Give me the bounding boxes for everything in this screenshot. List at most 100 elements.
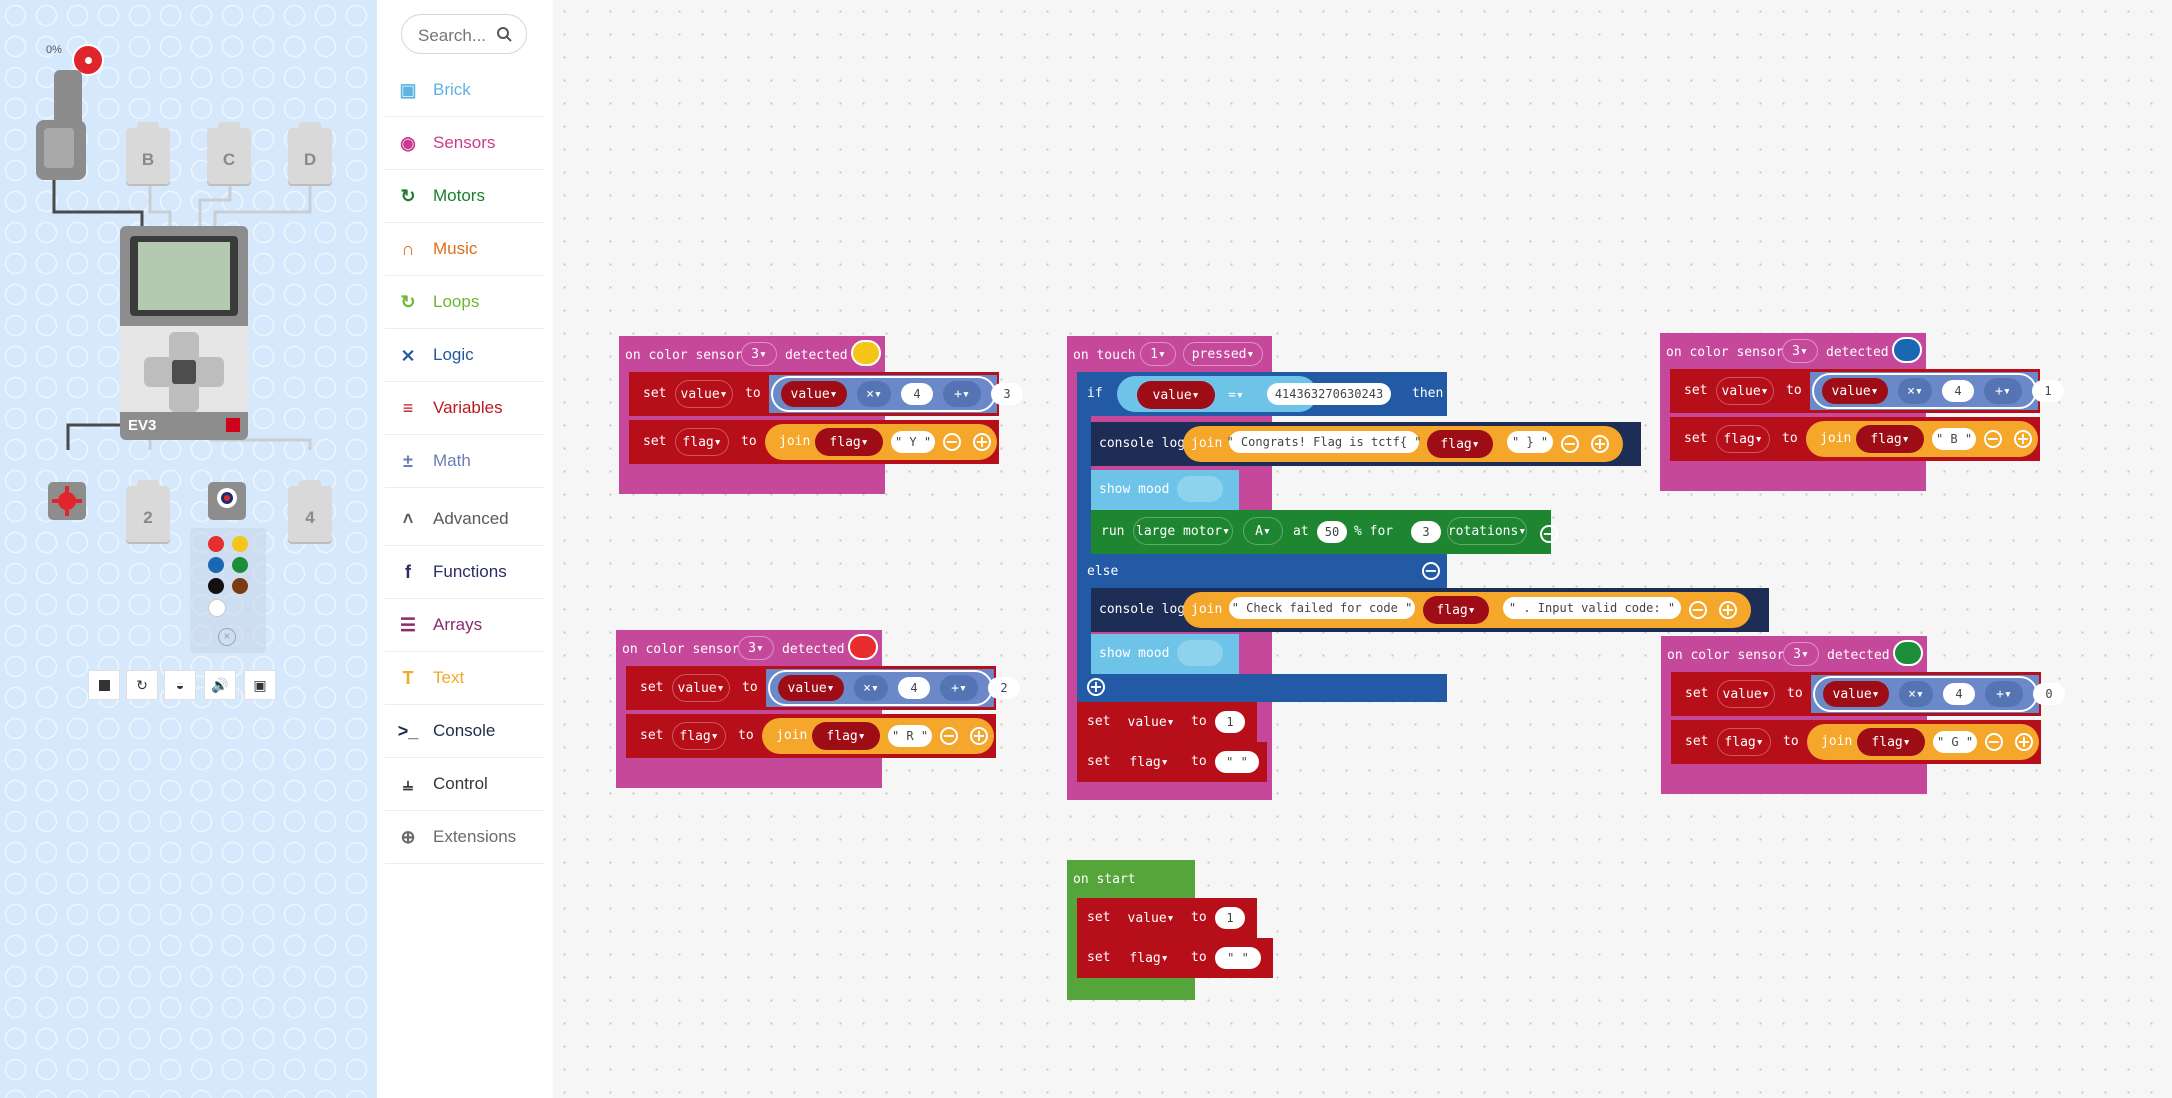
color-swatch-green[interactable]: [232, 557, 248, 573]
number-input[interactable]: 4: [1942, 380, 1974, 402]
string-input[interactable]: " ": [1215, 947, 1261, 969]
flag-reporter[interactable]: flag: [1856, 425, 1924, 453]
value-reporter[interactable]: value: [1822, 378, 1888, 404]
remove-else-button[interactable]: −: [1422, 562, 1440, 580]
search-icon[interactable]: [497, 27, 512, 42]
color-chip[interactable]: [1893, 640, 1923, 666]
string-input[interactable]: " Y ": [891, 431, 935, 453]
category-motors[interactable]: ↻ Motors: [385, 170, 545, 223]
flag-reporter[interactable]: flag: [1423, 596, 1489, 624]
string-input[interactable]: " } ": [1507, 431, 1553, 453]
category-variables[interactable]: ≡ Variables: [385, 382, 545, 435]
close-icon[interactable]: ×: [218, 628, 236, 646]
value-reporter[interactable]: value: [1823, 681, 1889, 707]
variable-dropdown[interactable]: flag: [1716, 425, 1770, 453]
color-sensor[interactable]: [208, 482, 246, 520]
speed-input[interactable]: 50: [1317, 521, 1347, 543]
slowmo-button[interactable]: ◒: [164, 670, 196, 700]
number-input[interactable]: 1: [1215, 711, 1245, 733]
event-dropdown[interactable]: pressed: [1183, 342, 1263, 366]
large-motor[interactable]: [48, 482, 86, 520]
number-input[interactable]: 4: [901, 383, 933, 405]
operator-dropdown[interactable]: ×: [857, 381, 891, 407]
mood-eyes-icon[interactable]: [1177, 640, 1223, 666]
flag-reporter[interactable]: flag: [815, 428, 883, 456]
variable-dropdown[interactable]: value: [1117, 904, 1185, 932]
color-swatch-black[interactable]: [208, 578, 224, 594]
remove-input-button[interactable]: −: [940, 727, 958, 745]
port-b[interactable]: B: [126, 122, 170, 184]
variable-dropdown[interactable]: flag: [1117, 748, 1181, 776]
color-chip[interactable]: [1892, 337, 1922, 363]
variable-dropdown[interactable]: value: [672, 674, 730, 702]
operator-dropdown[interactable]: +: [1985, 681, 2023, 707]
port-d[interactable]: D: [288, 122, 332, 184]
color-swatch-white[interactable]: [208, 599, 226, 617]
category-control[interactable]: ⫨ Control: [385, 758, 545, 811]
restart-button[interactable]: ↻: [126, 670, 158, 700]
port-4[interactable]: 4: [288, 480, 332, 542]
remove-input-button[interactable]: −: [943, 433, 961, 451]
number-input[interactable]: 1: [1215, 907, 1245, 929]
number-input[interactable]: 4: [898, 677, 930, 699]
flag-reporter[interactable]: flag: [812, 722, 880, 750]
code-input[interactable]: 414363270630243: [1267, 383, 1391, 405]
add-input-button[interactable]: +: [1591, 435, 1609, 453]
color-swatch-blue[interactable]: [208, 557, 224, 573]
category-brick[interactable]: ▣ Brick: [385, 64, 545, 117]
color-swatch-brown[interactable]: [232, 578, 248, 594]
color-swatch-yellow[interactable]: [232, 536, 248, 552]
operator-dropdown[interactable]: ×: [1899, 681, 1933, 707]
add-input-button[interactable]: +: [2014, 430, 2032, 448]
search-input[interactable]: [416, 25, 500, 47]
category-functions[interactable]: f Functions: [385, 546, 545, 599]
add-input-button[interactable]: +: [1719, 601, 1737, 619]
value-reporter[interactable]: value: [1137, 381, 1215, 409]
operator-dropdown[interactable]: +: [943, 381, 981, 407]
color-swatch-red[interactable]: [208, 536, 224, 552]
sensor-port-dropdown[interactable]: 3: [1782, 339, 1818, 363]
variable-dropdown[interactable]: value: [675, 380, 733, 408]
string-input[interactable]: " ": [1215, 751, 1259, 773]
category-extensions[interactable]: ⊕ Extensions: [385, 811, 545, 864]
mute-button[interactable]: 🔊: [204, 670, 236, 700]
variable-dropdown[interactable]: value: [1117, 708, 1185, 736]
remove-parameter-button[interactable]: −: [1540, 525, 1558, 543]
add-input-button[interactable]: +: [973, 433, 991, 451]
variable-dropdown[interactable]: flag: [1717, 728, 1771, 756]
unit-dropdown[interactable]: rotations: [1447, 517, 1527, 545]
operator-dropdown[interactable]: +: [940, 675, 978, 701]
port-2[interactable]: 2: [126, 480, 170, 542]
variable-dropdown[interactable]: flag: [1117, 944, 1181, 972]
number-input[interactable]: 1: [2032, 380, 2064, 402]
string-input[interactable]: " . Input valid code: ": [1503, 597, 1681, 619]
category-sensors[interactable]: ◉ Sensors: [385, 117, 545, 170]
string-input[interactable]: " R ": [888, 725, 932, 747]
touch-port-dropdown[interactable]: 1: [1140, 342, 1176, 366]
string-input[interactable]: " Congrats! Flag is tctf{ ": [1226, 431, 1422, 453]
port-c[interactable]: C: [207, 122, 251, 184]
variable-dropdown[interactable]: value: [1716, 377, 1774, 405]
add-input-button[interactable]: +: [970, 727, 988, 745]
sensor-port-dropdown[interactable]: 3: [738, 636, 774, 660]
category-advanced[interactable]: ˄ Advanced: [385, 493, 545, 546]
variable-dropdown[interactable]: value: [1717, 680, 1775, 708]
flag-reporter[interactable]: flag: [1857, 728, 1925, 756]
number-input[interactable]: 2: [988, 677, 1020, 699]
string-input[interactable]: " B ": [1932, 428, 1976, 450]
color-chip[interactable]: [848, 634, 878, 660]
remove-input-button[interactable]: −: [1985, 733, 2003, 751]
flag-reporter[interactable]: flag: [1427, 430, 1493, 458]
sensor-port-dropdown[interactable]: 3: [1783, 642, 1819, 666]
blocks-workspace[interactable]: on color sensor3detectedsetvaluetovalue×…: [553, 0, 2172, 1098]
remove-input-button[interactable]: −: [1689, 601, 1707, 619]
remove-input-button[interactable]: −: [1984, 430, 2002, 448]
value-reporter[interactable]: value: [781, 381, 847, 407]
compare-dropdown[interactable]: =: [1219, 381, 1253, 409]
search-box[interactable]: [401, 14, 527, 54]
add-elseif-button[interactable]: +: [1087, 678, 1105, 696]
variable-dropdown[interactable]: flag: [675, 428, 729, 456]
operator-dropdown[interactable]: ×: [854, 675, 888, 701]
mood-eyes-icon[interactable]: [1177, 476, 1223, 502]
remove-input-button[interactable]: −: [1561, 435, 1579, 453]
